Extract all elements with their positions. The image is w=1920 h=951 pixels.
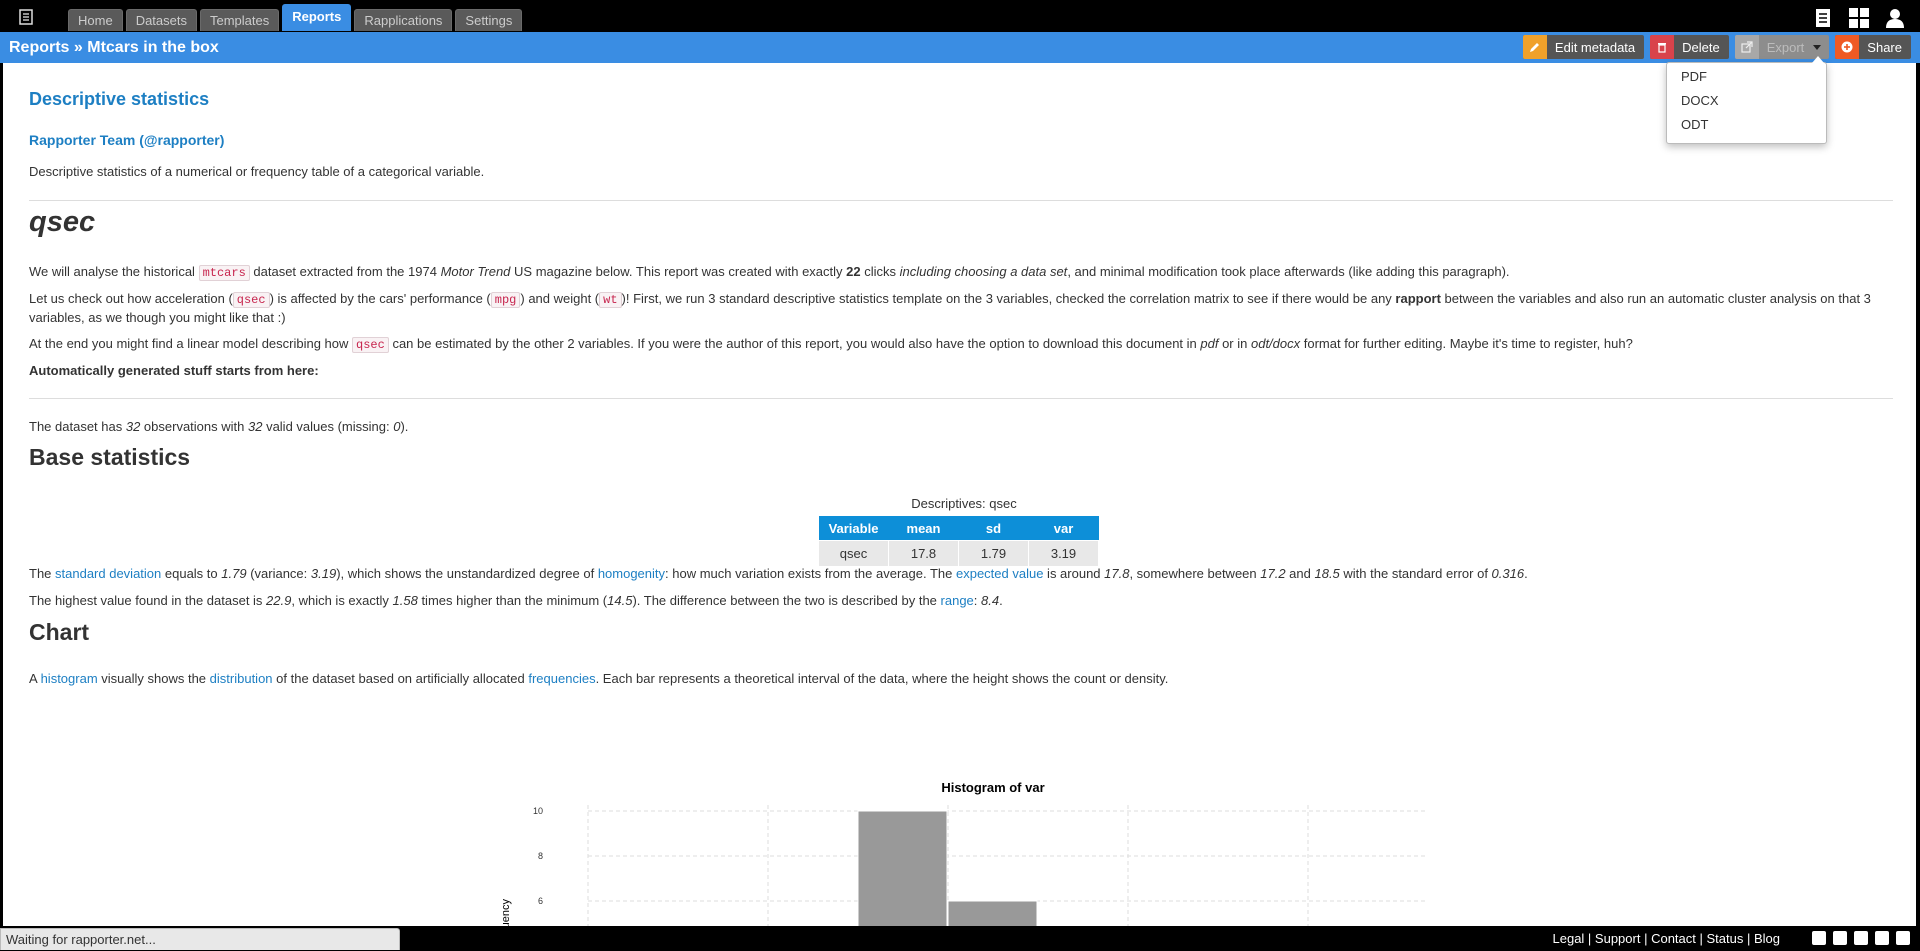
report-content[interactable]: Descriptive statistics Rapporter Team (@…	[3, 63, 1916, 926]
link-homogenity[interactable]: homogenity	[598, 566, 665, 581]
title-bar: Reports » Mtcars in the box Edit metadat…	[0, 32, 1920, 63]
edit-metadata-button[interactable]: Edit metadata	[1522, 35, 1645, 59]
breadcrumb[interactable]: Reports » Mtcars in the box	[9, 39, 219, 57]
table-row: qsec 17.8 1.79 3.19	[818, 540, 1099, 567]
table-cell: qsec	[818, 540, 889, 567]
footer-link-blog[interactable]: Blog	[1754, 931, 1780, 946]
export-label: Export	[1766, 39, 1805, 55]
table-cell: 17.8	[888, 540, 959, 567]
range-paragraph: The highest value found in the dataset i…	[29, 593, 1003, 608]
table-header: Variable	[818, 516, 889, 541]
code-qsec-2: qsec	[352, 337, 389, 353]
menu-item-docx[interactable]: DOCX	[1681, 93, 1719, 108]
model-paragraph: At the end you might find a linear model…	[29, 336, 1633, 353]
table-header: sd	[958, 516, 1029, 541]
report-logo-icon[interactable]	[18, 9, 34, 25]
variable-heading: qsec	[29, 206, 96, 238]
y-tick-label: 8	[538, 851, 543, 861]
y-axis-label: Frequency	[500, 899, 512, 926]
footer-link-legal[interactable]: Legal	[1553, 931, 1585, 946]
link-frequencies[interactable]: frequencies	[528, 671, 595, 686]
facebook-icon[interactable]	[1875, 931, 1889, 945]
link-standard-deviation[interactable]: standard deviation	[55, 566, 161, 581]
code-wt: wt	[599, 292, 622, 308]
table-header: mean	[888, 516, 959, 541]
table-header: var	[1028, 516, 1099, 541]
chevron-down-icon	[1813, 44, 1822, 50]
sd-paragraph: The standard deviation equals to 1.79 (v…	[29, 566, 1528, 581]
divider	[29, 200, 1893, 201]
tab-rapplications[interactable]: Rapplications	[354, 9, 453, 31]
histogram-paragraph: A histogram visually shows the distribut…	[29, 671, 1169, 686]
report-actions: Edit metadata Delete Export Share	[1522, 35, 1911, 59]
menu-item-pdf[interactable]: PDF	[1681, 69, 1707, 84]
github-icon[interactable]	[1833, 931, 1847, 945]
code-qsec: qsec	[232, 292, 270, 308]
top-navbar: Home Datasets Templates Reports Rapplica…	[0, 0, 1920, 32]
tab-datasets[interactable]: Datasets	[125, 9, 197, 31]
dataset-summary: The dataset has 32 observations with 32 …	[29, 419, 409, 434]
google-plus-icon[interactable]	[1896, 931, 1910, 945]
status-bar: Waiting for rapporter.net...	[0, 928, 400, 950]
table-header-row: Variable mean sd var	[818, 516, 1099, 541]
divider-2	[29, 398, 1893, 399]
export-dropdown-menu: PDF DOCX ODT	[1666, 56, 1827, 144]
tab-settings[interactable]: Settings	[455, 9, 523, 31]
report-title: Descriptive statistics	[29, 89, 210, 109]
histogram-bar	[947, 900, 1038, 926]
descriptives-table: Variable mean sd var qsec 17.8 1.79 3.19	[818, 516, 1099, 567]
tab-templates[interactable]: Templates	[200, 9, 280, 31]
link-histogram[interactable]: histogram	[41, 671, 98, 686]
tab-reports[interactable]: Reports	[282, 4, 352, 31]
pencil-icon	[1522, 35, 1547, 59]
auto-note: Automatically generated stuff starts fro…	[29, 363, 319, 378]
footer-link-contact[interactable]: Contact	[1651, 931, 1696, 946]
code-mpg: mpg	[490, 292, 521, 308]
link-expected-value[interactable]: expected value	[956, 566, 1043, 581]
edit-metadata-label: Edit metadata	[1554, 39, 1636, 55]
external-link-icon	[1734, 35, 1759, 59]
histogram-bar	[857, 810, 948, 926]
table-cell: 1.79	[958, 540, 1029, 567]
apps-grid-icon[interactable]	[1848, 8, 1870, 28]
footer: Waiting for rapporter.net... Legal | Sup…	[0, 926, 1920, 951]
y-tick-label: 10	[533, 806, 543, 816]
footer-links: Legal | Support | Contact | Status | Blo…	[1552, 931, 1781, 946]
tab-home[interactable]: Home	[68, 9, 123, 31]
document-list-icon[interactable]	[1812, 8, 1834, 28]
code-mtcars: mtcars	[198, 265, 250, 281]
share-label: Share	[1867, 39, 1902, 55]
twitter-icon[interactable]	[1854, 931, 1868, 945]
link-range[interactable]: range	[941, 593, 974, 608]
chart-title: Histogram of var	[941, 780, 1044, 795]
link-distribution[interactable]: distribution	[210, 671, 273, 686]
rss-icon[interactable]	[1812, 931, 1826, 945]
main-tabs: Home Datasets Templates Reports Rapplica…	[68, 4, 523, 31]
trash-icon	[1650, 35, 1675, 59]
footer-link-status[interactable]: Status	[1707, 931, 1744, 946]
intro-paragraph: We will analyse the historical mtcars da…	[29, 264, 1510, 281]
menu-item-odt[interactable]: ODT	[1681, 117, 1708, 132]
y-tick-label: 6	[538, 896, 543, 906]
chart-heading: Chart	[29, 619, 90, 645]
social-icons	[1812, 931, 1910, 945]
footer-link-support[interactable]: Support	[1595, 931, 1641, 946]
delete-button[interactable]: Delete	[1650, 35, 1729, 59]
variables-paragraph: Let us check out how acceleration (qsec)…	[29, 291, 1871, 325]
histogram-chart: 46810Histogram of varFrequency	[500, 780, 1428, 926]
table-cell: 3.19	[1028, 540, 1099, 567]
top-right-icons	[1812, 8, 1906, 28]
report-author[interactable]: Rapporter Team (@rapporter)	[29, 131, 224, 149]
share-button[interactable]: Share	[1835, 35, 1911, 59]
user-icon[interactable]	[1884, 8, 1906, 28]
plus-circle-icon	[1835, 35, 1860, 59]
table-caption: Descriptives: qsec	[911, 496, 1017, 511]
delete-label: Delete	[1682, 39, 1720, 55]
base-statistics-heading: Base statistics	[29, 444, 191, 470]
report-description: Descriptive statistics of a numerical or…	[29, 164, 485, 179]
